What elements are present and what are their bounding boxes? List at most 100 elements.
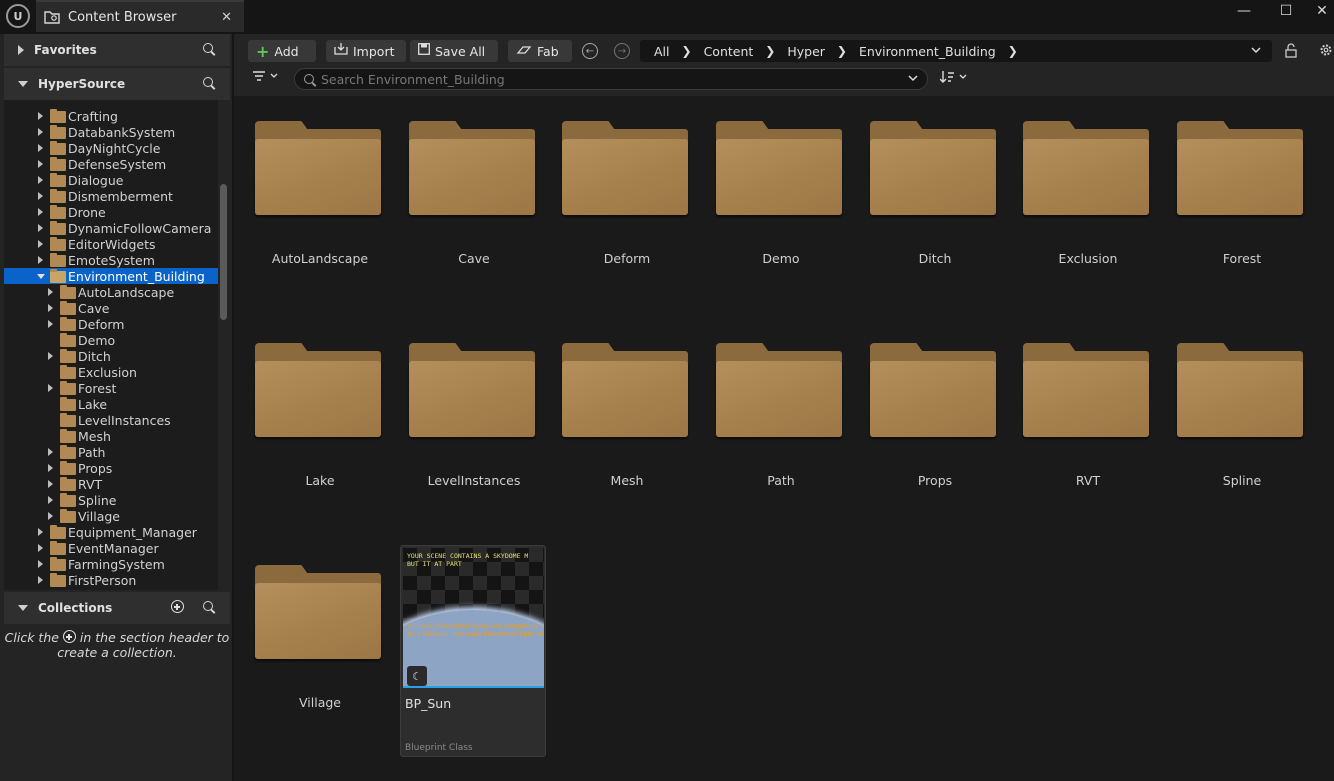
tree-item[interactable]: RVT [4, 476, 218, 492]
tree-item[interactable]: Crafting [4, 108, 218, 124]
tree-item[interactable]: Path [4, 444, 218, 460]
tree-item[interactable]: Spline [4, 492, 218, 508]
filter-icon[interactable] [252, 70, 278, 86]
tree-item[interactable]: FirstPerson [4, 572, 218, 588]
collapse-arrow-icon[interactable] [48, 496, 53, 504]
folder-tile[interactable]: Exclusion [1015, 101, 1161, 313]
favorites-header[interactable]: Favorites [4, 34, 230, 66]
collapse-arrow-icon[interactable] [48, 288, 53, 296]
search-icon[interactable] [202, 42, 216, 56]
tree-item[interactable]: DayNightCycle [4, 140, 218, 156]
save-all-button[interactable]: Save All [410, 40, 498, 62]
chevron-right-icon[interactable]: ❯ [1008, 44, 1018, 58]
sort-icon[interactable] [939, 70, 970, 88]
tree-item[interactable]: DefenseSystem [4, 156, 218, 172]
folder-tile[interactable]: LevelInstances [401, 323, 547, 535]
tree-item[interactable]: Cave [4, 300, 218, 316]
gear-icon[interactable] [1319, 43, 1333, 60]
folder-tile[interactable]: Spline [1169, 323, 1315, 535]
folder-tree[interactable]: Crafting DatabankSystem DayNightCycle Defen… [4, 100, 218, 590]
tree-item[interactable]: Exclusion [4, 364, 218, 380]
unreal-logo-icon[interactable]: U [6, 4, 30, 28]
tree-item[interactable]: Forest [4, 380, 218, 396]
folder-tile[interactable]: Ditch [862, 101, 1008, 313]
add-collection-icon[interactable] [171, 600, 184, 615]
folder-tile[interactable]: Village [247, 545, 393, 757]
collapse-arrow-icon[interactable] [48, 304, 53, 312]
collapse-arrow-icon[interactable] [38, 176, 43, 184]
collapse-arrow-icon[interactable] [48, 480, 53, 488]
minimize-button[interactable]: — [1222, 0, 1266, 22]
tree-item[interactable]: DynamicFollowCamera [4, 220, 218, 236]
collapse-arrow-icon[interactable] [38, 528, 43, 536]
tree-item[interactable]: EventManager [4, 540, 218, 556]
tree-scrollbar[interactable] [220, 184, 227, 320]
folder-tile[interactable]: Lake [247, 323, 393, 535]
collapse-arrow-icon[interactable] [48, 448, 53, 456]
tree-item[interactable]: Dialogue [4, 172, 218, 188]
folder-tile[interactable]: Cave [401, 101, 547, 313]
collapse-arrow-icon[interactable] [38, 560, 43, 568]
collapse-arrow-icon[interactable] [38, 576, 43, 584]
collapse-arrow-icon[interactable] [38, 192, 43, 200]
collapse-arrow-icon[interactable] [48, 512, 53, 520]
tree-item[interactable]: Demo [4, 332, 218, 348]
tree-item[interactable]: Deform [4, 316, 218, 332]
asset-tile-bp-sun[interactable]: YOUR SCENE CONTAINS A SKYDOME M BUT IT A… [400, 545, 546, 757]
folder-tile[interactable]: Props [862, 323, 1008, 535]
folder-tile[interactable]: Forest [1169, 101, 1315, 313]
tree-item[interactable]: Ditch [4, 348, 218, 364]
back-icon[interactable]: ← [582, 43, 598, 59]
lock-icon[interactable] [1284, 43, 1298, 61]
chevron-right-icon[interactable]: ❯ [837, 44, 847, 58]
breadcrumb-item[interactable]: Hyper [787, 44, 825, 59]
collapse-arrow-icon[interactable] [38, 160, 43, 168]
collapse-arrow-icon[interactable] [38, 128, 43, 136]
search-icon[interactable] [202, 600, 216, 614]
collapse-arrow-icon[interactable] [38, 208, 43, 216]
add-button[interactable]: + Add [248, 40, 316, 62]
chevron-right-icon[interactable]: ❯ [765, 44, 775, 58]
collapse-arrow-icon[interactable] [38, 224, 43, 232]
folder-tile[interactable]: RVT [1015, 323, 1161, 535]
search-icon[interactable] [202, 76, 216, 90]
source-header[interactable]: HyperSource [4, 68, 230, 100]
tree-item[interactable]: EditorWidgets [4, 236, 218, 252]
collapse-arrow-icon[interactable] [48, 320, 53, 328]
collapse-arrow-icon[interactable] [38, 256, 43, 264]
tab-close-icon[interactable]: ✕ [221, 10, 232, 25]
tree-item[interactable]: Equipment_Manager [4, 524, 218, 540]
collapse-arrow-icon[interactable] [38, 144, 43, 152]
collections-header[interactable]: Collections [4, 592, 230, 624]
tree-item[interactable]: Environment_Building [4, 268, 218, 284]
collapse-arrow-icon[interactable] [48, 352, 53, 360]
import-button[interactable]: Import [326, 40, 406, 62]
folder-tile[interactable]: Demo [708, 101, 854, 313]
tree-item[interactable]: Drone [4, 204, 218, 220]
breadcrumb-item[interactable]: Content [704, 44, 754, 59]
folder-tile[interactable]: Deform [554, 101, 700, 313]
collapse-arrow-icon[interactable] [38, 240, 43, 248]
tree-item[interactable]: EmoteSystem [4, 252, 218, 268]
fab-button[interactable]: Fab [508, 40, 572, 62]
tree-item[interactable]: Mesh [4, 428, 218, 444]
search-box[interactable] [294, 68, 928, 90]
tree-item[interactable]: FarmingSystem [4, 556, 218, 572]
tree-item[interactable]: Dismemberment [4, 188, 218, 204]
expand-arrow-icon[interactable] [37, 274, 45, 279]
tree-item[interactable]: Lake [4, 396, 218, 412]
folder-tile[interactable]: Path [708, 323, 854, 535]
collapse-arrow-icon[interactable] [48, 384, 53, 392]
window-close-button[interactable]: ✕ [1300, 0, 1334, 22]
tree-item[interactable]: DatabankSystem [4, 124, 218, 140]
tree-item[interactable]: AutoLandscape [4, 284, 218, 300]
collapse-arrow-icon[interactable] [38, 544, 43, 552]
folder-tile[interactable]: Mesh [554, 323, 700, 535]
breadcrumb[interactable]: All ❯ Content ❯ Hyper ❯ Environment_Building ❯ [640, 40, 1272, 62]
asset-view[interactable]: YOUR SCENE CONTAINS A SKYDOME M BUT IT A… [234, 96, 1334, 781]
forward-icon[interactable]: → [614, 43, 630, 59]
tree-item[interactable]: LevelInstances [4, 412, 218, 428]
folder-tile[interactable]: AutoLandscape [247, 101, 393, 313]
search-input[interactable] [321, 71, 881, 87]
chevron-down-icon[interactable] [907, 72, 919, 87]
